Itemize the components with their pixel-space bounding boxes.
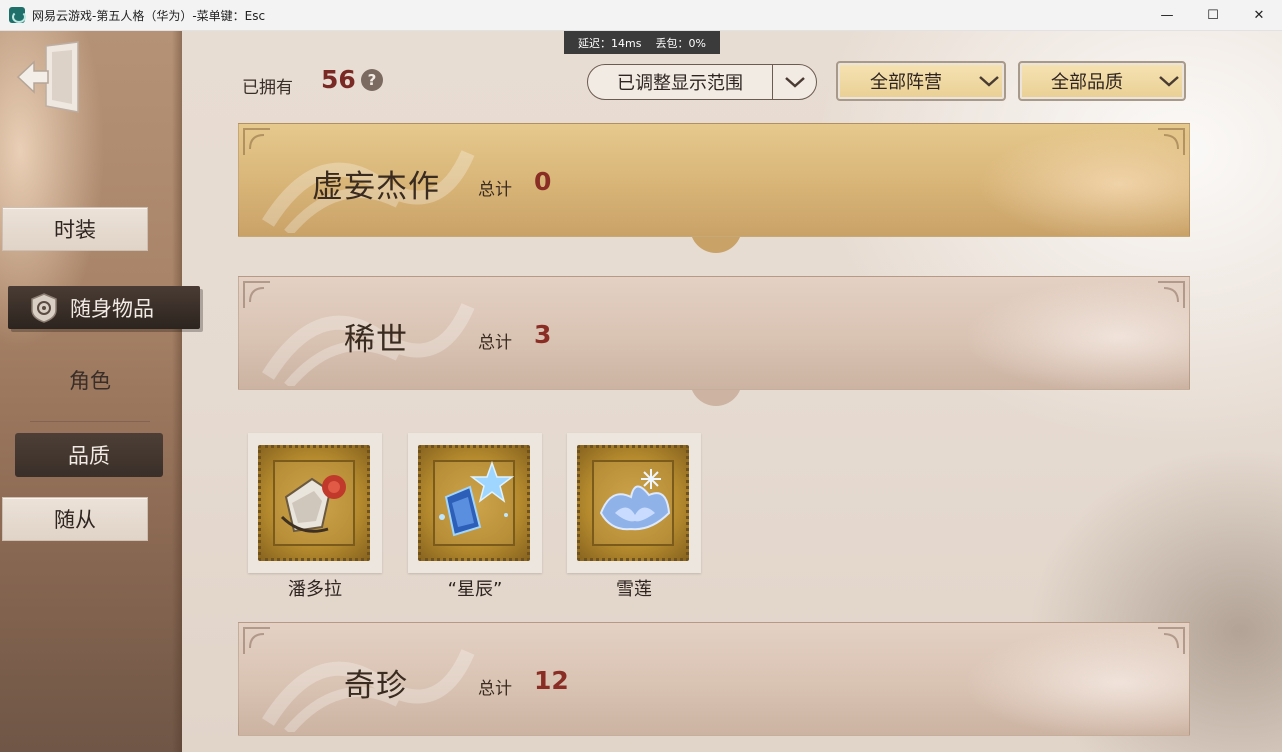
category-banner-treasure[interactable]: 奇珍 总计 12 [238, 622, 1190, 736]
faction-dropdown[interactable]: 全部阵营 [836, 61, 1006, 101]
star-crystal-icon [439, 460, 515, 537]
category-count: 3 [534, 320, 552, 349]
network-status: 延迟：14ms 丢包：0% [564, 31, 720, 54]
corner-ornament-icon [243, 128, 270, 155]
packet-loss-text: 丢包：0% [655, 36, 706, 50]
owned-count: 56 [321, 65, 356, 94]
sidebar-divider [30, 421, 150, 422]
chevron-down-icon [974, 69, 1004, 93]
sidebar-item-label: 随从 [54, 508, 96, 532]
close-button[interactable]: ✕ [1236, 0, 1282, 31]
maximize-button[interactable]: ☐ [1190, 0, 1236, 31]
window-title: 网易云游戏-第五人格（华为）-菜单键：Esc [32, 8, 266, 23]
category-count: 12 [534, 666, 569, 695]
item-card-star[interactable]: “星辰” [408, 433, 542, 603]
corner-ornament-icon [1158, 281, 1185, 308]
window-titlebar: 网易云游戏-第五人格（华为）-菜单键：Esc — ☐ ✕ [0, 0, 1282, 31]
corner-ornament-icon [1158, 627, 1185, 654]
category-total-label: 总计 [478, 180, 512, 200]
sidebar-item-accessories[interactable]: 随身物品 [8, 286, 200, 329]
owned-label: 已拥有 [242, 78, 293, 98]
sidebar-item-label: 时装 [54, 218, 96, 242]
display-range-dropdown[interactable]: 已调整显示范围 [587, 64, 817, 100]
category-name: 稀世 [344, 322, 408, 358]
sidebar-item-label: 随身物品 [70, 296, 154, 321]
category-banner-rare[interactable]: 稀世 总计 3 [238, 276, 1190, 406]
snow-lotus-icon [599, 469, 671, 531]
item-card-pandora[interactable]: 潘多拉 [248, 433, 382, 603]
category-total-label: 总计 [478, 679, 512, 699]
latency-text: 延迟：14ms [578, 36, 642, 50]
corner-ornament-icon [243, 281, 270, 308]
sidebar-item-character[interactable]: 角色 [30, 360, 150, 400]
chevron-down-icon [1154, 69, 1184, 93]
help-icon[interactable]: ? [361, 69, 383, 91]
category-count: 0 [534, 167, 552, 196]
sidebar-item-quality[interactable]: 品质 [15, 433, 163, 477]
quality-dropdown[interactable]: 全部品质 [1018, 61, 1186, 101]
chevron-down-icon [772, 65, 816, 99]
category-name: 虚妄杰作 [312, 169, 440, 205]
netease-cloud-game-icon [9, 7, 26, 23]
category-banner-illusory-masterpiece[interactable]: 虚妄杰作 总计 0 [238, 123, 1190, 253]
category-total-label: 总计 [478, 333, 512, 353]
dropdown-label: 全部品质 [1051, 72, 1123, 93]
game-viewport: 延迟：14ms 丢包：0% 时装 随身物品 角色 品质 随从 已拥有 56 ? … [0, 31, 1282, 752]
exit-button[interactable] [16, 40, 82, 114]
item-name: 潘多拉 [288, 579, 342, 600]
item-name: “星辰” [447, 579, 503, 600]
category-name: 奇珍 [344, 668, 408, 704]
window-controls: — ☐ ✕ [1144, 0, 1282, 31]
item-card-snow-lotus[interactable]: 雪莲 [567, 433, 701, 603]
corner-ornament-icon [1158, 128, 1185, 155]
emblem-icon [31, 292, 57, 323]
dropdown-label: 全部阵营 [870, 72, 942, 93]
sidebar-item-label: 角色 [69, 369, 111, 393]
sidebar-item-companion[interactable]: 随从 [2, 497, 148, 541]
corner-ornament-icon [243, 627, 270, 654]
dropdown-label: 已调整显示范围 [617, 73, 743, 94]
exit-door-icon [16, 41, 79, 113]
pandora-box-rose-icon [280, 475, 346, 533]
item-name: 雪莲 [616, 579, 652, 600]
sidebar-item-label: 品质 [68, 444, 110, 468]
minimize-button[interactable]: — [1144, 0, 1190, 31]
sidebar-item-fashion[interactable]: 时装 [2, 207, 148, 251]
